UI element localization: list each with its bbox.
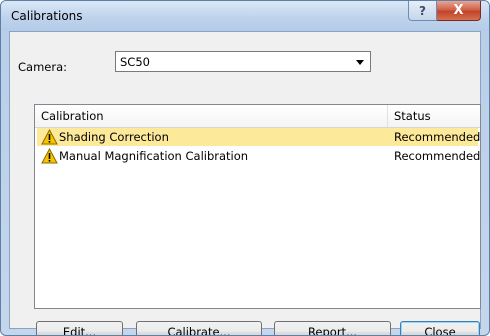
column-header-status[interactable]: Status bbox=[388, 105, 480, 127]
calibration-status: Recommended bbox=[394, 130, 481, 144]
calibrate-button-label: alibrate... bbox=[175, 325, 231, 336]
close-button-label: Close bbox=[424, 325, 456, 336]
camera-select[interactable]: SC50 bbox=[115, 51, 371, 72]
title-bar[interactable]: Calibrations ? X bbox=[1, 1, 489, 31]
chevron-down-icon[interactable] bbox=[356, 60, 364, 65]
report-button-label: eport... bbox=[315, 325, 358, 336]
title-buttons: ? X bbox=[408, 1, 481, 21]
calibration-list[interactable]: Calibration Status Shading Correction Re… bbox=[34, 104, 481, 309]
help-icon: ? bbox=[419, 3, 426, 18]
edit-button-label: dit... bbox=[70, 325, 97, 336]
window-title: Calibrations bbox=[11, 9, 83, 23]
list-header: Calibration Status bbox=[35, 105, 480, 128]
warning-icon bbox=[41, 129, 58, 145]
help-button[interactable]: ? bbox=[408, 1, 437, 21]
report-button[interactable]: Report... bbox=[274, 321, 391, 336]
calibrations-dialog: Calibrations ? X Camera: SC50 Calibratio… bbox=[0, 0, 490, 336]
close-icon: X bbox=[453, 3, 464, 18]
list-item[interactable]: Shading Correction Recommended bbox=[37, 128, 481, 146]
close-window-button[interactable]: X bbox=[437, 1, 481, 21]
column-header-calibration[interactable]: Calibration bbox=[35, 105, 388, 127]
warning-icon bbox=[41, 148, 58, 164]
calibrate-button[interactable]: Calibrate... bbox=[136, 321, 262, 336]
edit-button[interactable]: Edit... bbox=[36, 321, 123, 336]
calibration-status: Recommended bbox=[394, 149, 481, 163]
camera-label: Camera: bbox=[18, 60, 68, 74]
close-button[interactable]: Close bbox=[400, 321, 480, 336]
calibration-name: Manual Magnification Calibration bbox=[59, 149, 249, 163]
dialog-body: Camera: SC50 Calibration Status Shading … bbox=[9, 31, 481, 335]
camera-select-value: SC50 bbox=[120, 55, 150, 69]
list-item[interactable]: Manual Magnification Calibration Recomme… bbox=[37, 147, 481, 165]
calibration-name: Shading Correction bbox=[59, 130, 169, 144]
